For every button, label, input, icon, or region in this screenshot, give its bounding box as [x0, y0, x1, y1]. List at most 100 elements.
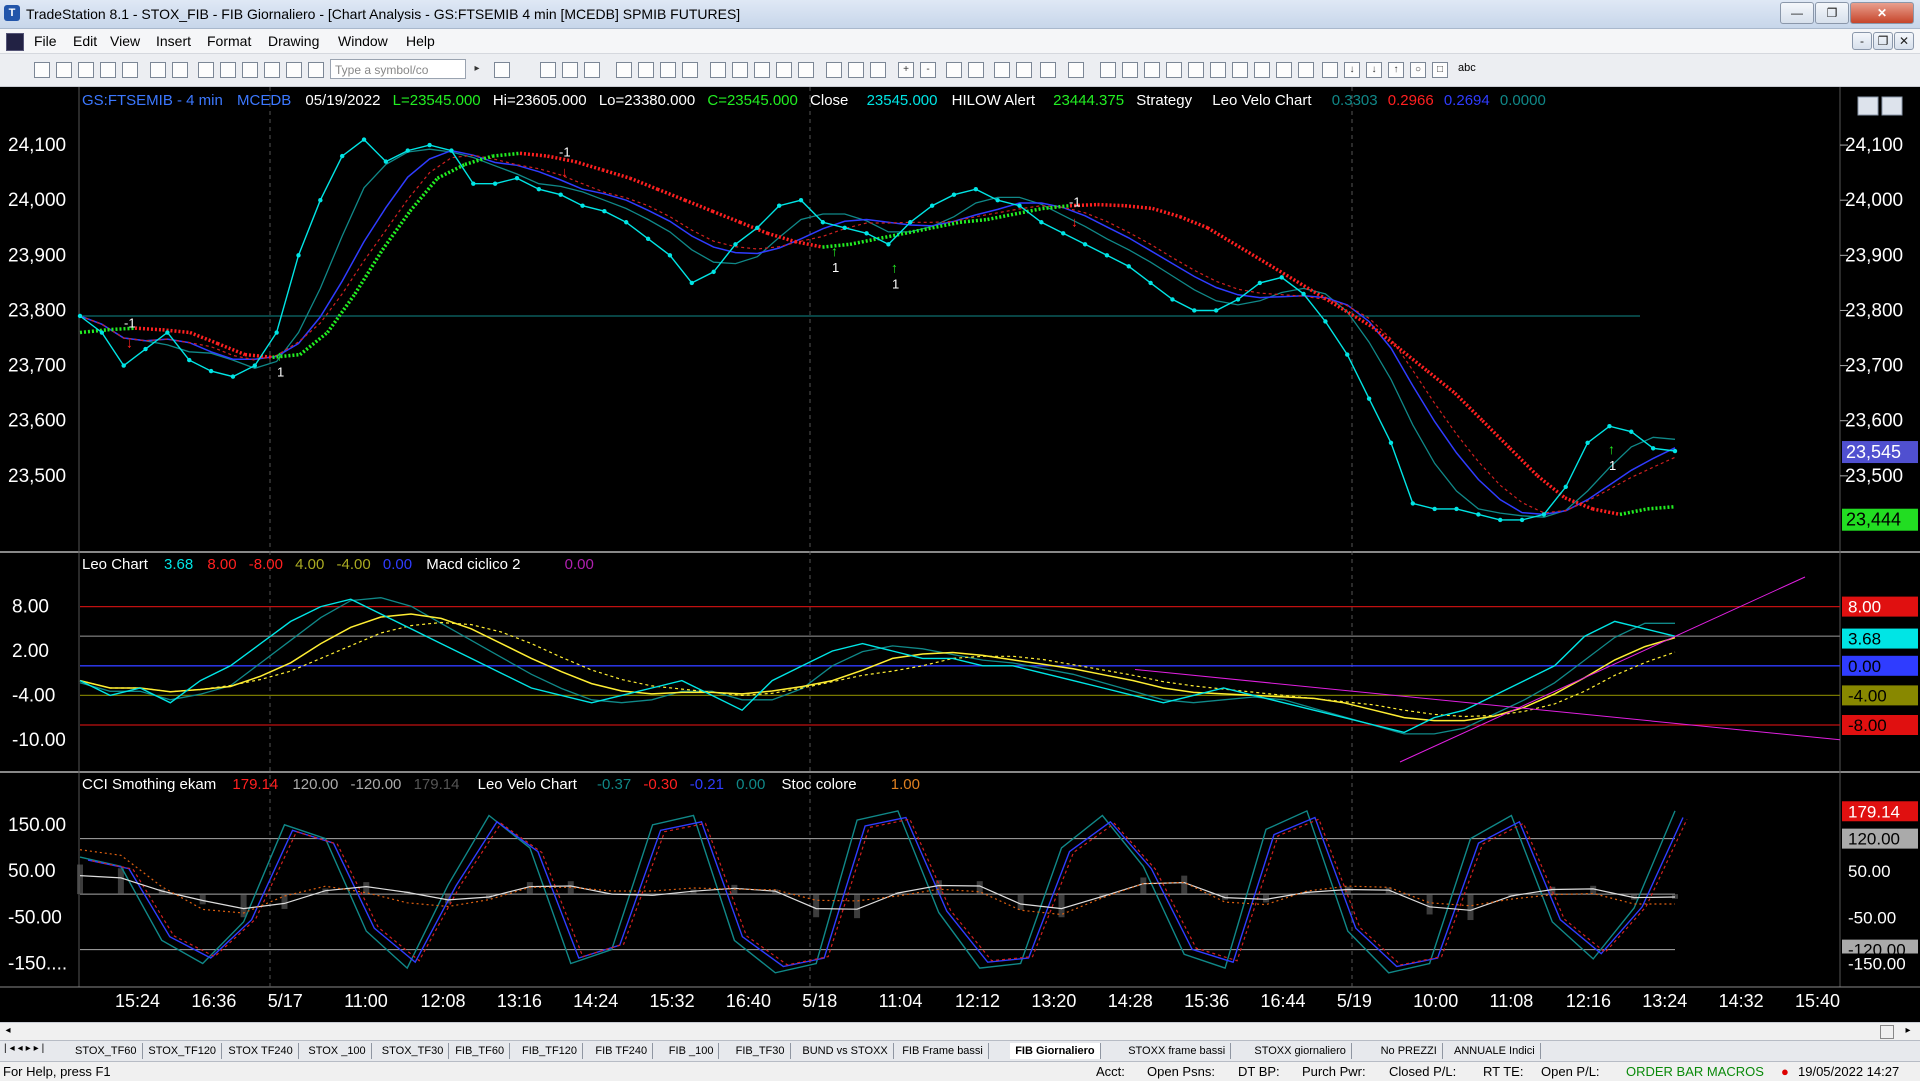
workspace-tab-7[interactable]: FIB TF240	[590, 1043, 654, 1059]
symbol-lookup-icon[interactable]	[494, 62, 510, 78]
maximize-icon[interactable]: ❐	[1815, 2, 1849, 24]
pencil-icon[interactable]	[1276, 62, 1292, 78]
cascade-icon[interactable]	[308, 62, 324, 78]
mdi-close-icon[interactable]: ✕	[1894, 32, 1914, 50]
lock-icon[interactable]	[264, 62, 280, 78]
zoom-in-icon[interactable]: +	[898, 62, 914, 78]
line-chart-icon[interactable]	[798, 62, 814, 78]
pointer-icon[interactable]	[946, 62, 962, 78]
folder-icon[interactable]	[122, 62, 138, 78]
mdi-restore-icon[interactable]: ❐	[1873, 32, 1893, 50]
rectangle-icon[interactable]: □	[1432, 62, 1448, 78]
parallel-icon[interactable]	[1232, 62, 1248, 78]
workspace-tab-12[interactable]: FIB Giornaliero	[1010, 1043, 1101, 1059]
workspace-tab-11[interactable]: FIB Frame bassi	[897, 1043, 989, 1059]
menu-insert[interactable]: Insert	[156, 33, 191, 49]
menu-window[interactable]: Window	[338, 33, 388, 49]
price-right-tick-5: 23,600	[1845, 411, 1903, 432]
symbol-input[interactable]: Type a symbol/co	[330, 59, 466, 79]
workspace-tab-3[interactable]: STOX _100	[303, 1043, 372, 1059]
trendline-icon[interactable]	[1068, 62, 1084, 78]
copy-icon[interactable]	[242, 62, 258, 78]
down-arrow-red-icon[interactable]: ↓	[1366, 62, 1382, 78]
ray-icon[interactable]	[1210, 62, 1226, 78]
workspace-tab-15[interactable]: No PREZZI	[1376, 1043, 1443, 1059]
menu-view[interactable]: View	[110, 33, 140, 49]
scroll-right-icon[interactable]	[848, 62, 864, 78]
ellipse-icon[interactable]: ○	[1410, 62, 1426, 78]
down-arrow-icon[interactable]: ↓	[1344, 62, 1360, 78]
zoom-out-icon[interactable]: -	[920, 62, 936, 78]
horizontal-scrollbar[interactable]: ◂ ▸	[0, 1022, 1920, 1040]
matrix-icon[interactable]	[584, 62, 600, 78]
workspace-tab-1[interactable]: STOX_TF120	[143, 1043, 223, 1059]
tile-icon[interactable]	[286, 62, 302, 78]
chart-svg[interactable]: 24,100 24,100 24,000 24,000 23,900 23,900 23,8…	[0, 87, 1920, 1022]
strategy-icon[interactable]	[638, 62, 654, 78]
new-icon[interactable]	[34, 62, 50, 78]
scroll-left-arrow-icon[interactable]: ◂	[2, 1025, 14, 1037]
menu-format[interactable]: Format	[207, 33, 251, 49]
go-arrow-icon[interactable]: ▸	[470, 62, 484, 76]
cycle-icon[interactable]	[1322, 62, 1338, 78]
workspace-tab-4[interactable]: STOX_TF30	[377, 1043, 450, 1059]
fib-lines-icon[interactable]	[1100, 62, 1116, 78]
workspace-tab-14[interactable]: STOXX giornaliero	[1249, 1043, 1352, 1059]
candle-icon[interactable]	[754, 62, 770, 78]
menu-help[interactable]: Help	[406, 33, 435, 49]
tab-nav-arrows-icon[interactable]: |◂◂▸▸|	[4, 1043, 47, 1054]
pane-restore-icon[interactable]	[1881, 96, 1903, 116]
bookmark-icon[interactable]	[1040, 62, 1056, 78]
optimize-icon[interactable]	[710, 62, 726, 78]
workspace-tab-13[interactable]: STOXX frame bassi	[1123, 1043, 1232, 1059]
data-window-icon[interactable]	[682, 62, 698, 78]
print-icon[interactable]	[150, 62, 166, 78]
up-arrow-icon[interactable]: ↑	[1388, 62, 1404, 78]
status-order-bar-macros[interactable]: ORDER BAR MACROS	[1626, 1064, 1764, 1079]
radarscreen-icon[interactable]	[562, 62, 578, 78]
abc-text-tool[interactable]: abc	[1458, 62, 1476, 74]
workspace-tab-8[interactable]: FIB _100	[664, 1043, 720, 1059]
close-icon[interactable]: ✕	[1850, 2, 1914, 24]
print-preview-icon[interactable]	[172, 62, 188, 78]
end-of-chart-icon[interactable]	[870, 62, 886, 78]
workspace-icon[interactable]	[100, 62, 116, 78]
menu-drawing[interactable]: Drawing	[268, 33, 319, 49]
workspace-tab-2[interactable]: STOX TF240	[223, 1043, 299, 1059]
expert-icon[interactable]	[1016, 62, 1032, 78]
speed-line-icon[interactable]	[1298, 62, 1314, 78]
menu-edit[interactable]: Edit	[73, 33, 97, 49]
workspace-tab-9[interactable]: FIB_TF30	[731, 1043, 791, 1059]
open-icon[interactable]	[56, 62, 72, 78]
chart-analysis-icon[interactable]	[540, 62, 556, 78]
workspace-tab-16[interactable]: ANNUALE Indici	[1449, 1043, 1541, 1059]
chart-analysis-window[interactable]: 24,100 24,100 24,000 24,000 23,900 23,900 23,8…	[0, 87, 1920, 1022]
workspace-tab-10[interactable]: BUND vs STOXX	[797, 1043, 894, 1059]
workspace-tab-6[interactable]: FIB_TF120	[517, 1043, 584, 1059]
save-icon[interactable]	[78, 62, 94, 78]
angle-icon[interactable]	[1188, 62, 1204, 78]
horizontal-line-icon[interactable]	[1122, 62, 1138, 78]
scroll-thumb[interactable]	[1880, 1025, 1894, 1039]
layout-icon[interactable]	[220, 62, 236, 78]
pane-minimize-icon[interactable]	[1857, 96, 1879, 116]
channel-icon[interactable]	[1144, 62, 1160, 78]
mdi-minimize-icon[interactable]: -	[1852, 32, 1872, 50]
close-point-45	[1061, 231, 1066, 236]
workspace-tab-0[interactable]: STOX_TF60	[70, 1043, 143, 1059]
window-icon[interactable]	[198, 62, 214, 78]
crosshair-icon[interactable]	[968, 62, 984, 78]
pane3-v1: 179.14	[232, 776, 278, 793]
workspace-tab-5[interactable]: FIB_TF60	[450, 1043, 511, 1059]
minimize-icon[interactable]: —	[1780, 2, 1814, 24]
scroll-left-icon[interactable]	[826, 62, 842, 78]
scroll-right-arrow-icon[interactable]: ▸	[1902, 1025, 1914, 1037]
format-icon[interactable]	[660, 62, 676, 78]
arc-icon[interactable]	[1254, 62, 1270, 78]
text-tool-icon[interactable]	[1166, 62, 1182, 78]
indicator-icon[interactable]	[616, 62, 632, 78]
menu-file[interactable]: File	[34, 33, 57, 49]
bars-icon[interactable]	[776, 62, 792, 78]
bar-chart-icon[interactable]	[732, 62, 748, 78]
hammer-icon[interactable]	[994, 62, 1010, 78]
